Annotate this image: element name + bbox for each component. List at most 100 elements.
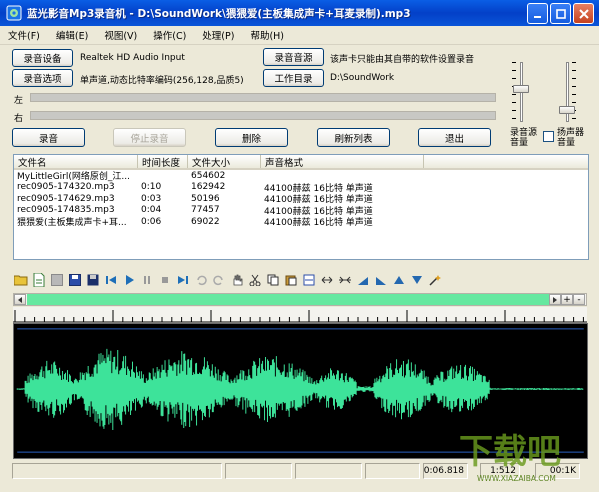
record-source-button[interactable]: 录音音源	[263, 48, 324, 66]
copy-button[interactable]	[265, 272, 281, 288]
go-end-button[interactable]	[175, 272, 191, 288]
column-format[interactable]: 声音格式	[261, 155, 424, 169]
minimize-icon	[533, 15, 541, 18]
file-name: rec0905-174835.mp3	[17, 205, 115, 216]
file-size: 69022	[191, 216, 220, 227]
stop-button[interactable]	[157, 272, 173, 288]
speaker-volume-label: 扬声器 音量	[557, 128, 585, 148]
scroll-right-button[interactable]	[549, 294, 561, 305]
record-options-button[interactable]: 录音选项	[12, 69, 73, 87]
menu-help[interactable]: 帮助(H)	[242, 28, 292, 42]
go-start-button[interactable]	[103, 272, 119, 288]
open-folder-button[interactable]	[13, 272, 29, 288]
play-button[interactable]	[121, 272, 137, 288]
redo-button[interactable]	[211, 272, 227, 288]
copy-icon	[267, 274, 279, 286]
window-title: 蓝光影音Mp3录音机 - D:\SoundWork\猥猥爱(主板集成声卡+耳麦录…	[27, 7, 411, 20]
work-directory-button[interactable]: 工作目录	[263, 69, 324, 87]
file-list[interactable]: 文件名 时间长度 文件大小 声音格式 MyLittleGirl(网络原创_江..…	[13, 154, 589, 260]
refresh-list-button[interactable]: 刷新列表	[317, 128, 390, 147]
column-duration[interactable]: 时间长度	[138, 155, 188, 169]
save-button[interactable]	[67, 272, 83, 288]
paste-button[interactable]	[283, 272, 299, 288]
new-file-button[interactable]	[31, 272, 47, 288]
magic-wand-icon	[429, 275, 441, 286]
file-size: 654602	[191, 170, 226, 181]
status-panel-1	[12, 463, 222, 479]
fade-out-button[interactable]	[373, 272, 389, 288]
menu-operate[interactable]: 操作(C)	[145, 28, 194, 42]
zoom-in-button[interactable]: +	[561, 294, 573, 305]
title-bar: 蓝光影音Mp3录音机 - D:\SoundWork\猥猥爱(主板集成声卡+耳麦录…	[0, 0, 599, 26]
column-filesize[interactable]: 文件大小	[188, 155, 261, 169]
skip-start-icon	[106, 276, 116, 284]
stop-record-button[interactable]: 停止录音	[113, 128, 186, 147]
time-ruler	[13, 307, 587, 323]
select-all-button[interactable]	[319, 272, 335, 288]
zoom-fit-button[interactable]	[337, 272, 353, 288]
file-size: 162942	[191, 182, 226, 193]
folder-icon	[14, 275, 28, 286]
expand-icon	[321, 276, 333, 284]
undo-icon	[197, 275, 207, 286]
pause-button[interactable]	[139, 272, 155, 288]
right-level-meter	[30, 111, 496, 120]
right-channel-label: 右	[14, 114, 24, 124]
save-as-button[interactable]	[85, 272, 101, 288]
editor-toolbar	[13, 271, 493, 289]
attenuate-button[interactable]	[409, 272, 425, 288]
save-disabled-button[interactable]	[49, 272, 65, 288]
file-duration: 0:04	[141, 205, 162, 216]
waveform-scrollbar[interactable]: + -	[13, 293, 587, 306]
speaker-checkbox[interactable]	[543, 131, 554, 142]
status-panel-3	[295, 463, 362, 479]
effects-button[interactable]	[427, 272, 443, 288]
file-duration: 0:06	[141, 216, 162, 227]
fade-in-button[interactable]	[355, 272, 371, 288]
menu-bar: 文件(F) 编辑(E) 视图(V) 操作(C) 处理(P) 帮助(H)	[0, 26, 599, 45]
exit-button[interactable]: 退出	[418, 128, 491, 147]
watermark-url: WWW.XIAZAIBA.COM	[477, 474, 556, 483]
mix-paste-button[interactable]	[301, 272, 317, 288]
status-panel-2	[225, 463, 292, 479]
fade-out-icon	[376, 277, 386, 285]
delete-button[interactable]: 删除	[215, 128, 288, 147]
source-volume-slider[interactable]	[512, 62, 530, 122]
speaker-volume-thumb[interactable]	[559, 106, 575, 115]
menu-view[interactable]: 视图(V)	[96, 28, 145, 42]
scissors-icon	[249, 274, 261, 286]
scroll-left-button[interactable]	[14, 294, 26, 305]
maximize-button[interactable]	[550, 3, 571, 24]
column-empty	[424, 155, 588, 168]
column-filename[interactable]: 文件名	[14, 155, 138, 169]
close-icon	[578, 8, 589, 19]
minimize-button[interactable]	[527, 3, 548, 24]
record-device-value: Realtek HD Audio Input	[80, 53, 185, 63]
maximize-icon	[555, 8, 566, 19]
amplify-button[interactable]	[391, 272, 407, 288]
hand-tool-button[interactable]	[229, 272, 245, 288]
file-size: 50196	[191, 193, 220, 204]
file-list-header: 文件名 时间长度 文件大小 声音格式	[14, 155, 588, 170]
record-button[interactable]: 录音	[12, 128, 85, 147]
source-volume-thumb[interactable]	[513, 85, 529, 94]
source-volume-label: 录音源 音量	[510, 128, 538, 148]
cut-button[interactable]	[247, 272, 263, 288]
pause-icon	[144, 276, 150, 284]
speaker-volume-slider[interactable]	[558, 62, 576, 122]
watermark-logo: 下载吧 WWW.XIAZAIBA.COM	[459, 432, 561, 483]
file-name: rec0905-174320.mp3	[17, 182, 115, 193]
menu-file[interactable]: 文件(F)	[0, 28, 48, 42]
menu-process[interactable]: 处理(P)	[194, 28, 242, 42]
undo-button[interactable]	[193, 272, 209, 288]
redo-icon	[213, 275, 223, 286]
close-button[interactable]	[573, 3, 594, 24]
file-row[interactable]: 猥猥爱(主板集成声卡+耳... 0:06 69022 44100赫兹 16比特 …	[14, 216, 588, 229]
record-device-button[interactable]: 录音设备	[12, 49, 73, 67]
disk-icon	[51, 274, 63, 286]
zoom-out-button[interactable]: -	[573, 294, 585, 305]
record-source-hint: 该声卡只能由其自带的软件设置录音	[330, 55, 475, 65]
waveform-scroll-thumb[interactable]	[27, 294, 557, 305]
left-channel-label: 左	[14, 96, 24, 106]
menu-edit[interactable]: 编辑(E)	[48, 28, 96, 42]
